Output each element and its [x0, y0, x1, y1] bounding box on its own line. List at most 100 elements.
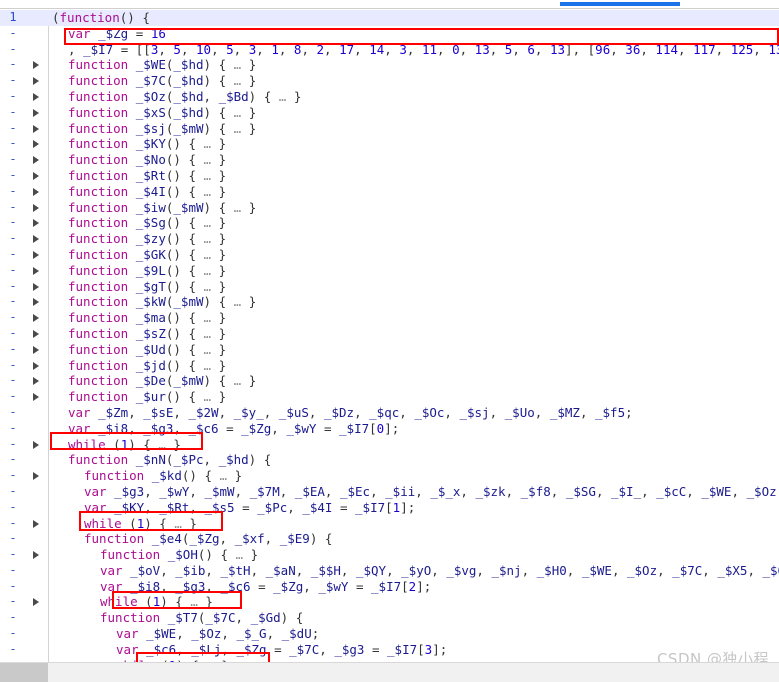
code-line[interactable]: 1 (function() {: [0, 10, 779, 26]
code-line[interactable]: - var _$Zg = 16: [0, 26, 779, 42]
line-number-placeholder: -: [9, 57, 17, 72]
code-line[interactable]: - var _$g3, _$wY, _$mW, _$7M, _$EA, _$Ec,…: [0, 484, 779, 500]
code-line[interactable]: - function _$KY() { … }: [0, 136, 779, 152]
triangle-right-icon[interactable]: [33, 92, 39, 101]
triangle-right-icon[interactable]: [33, 440, 39, 449]
triangle-right-icon[interactable]: [33, 61, 39, 70]
code-line-text: function _$KY() { … }: [68, 136, 227, 152]
code-line[interactable]: - function _$sj(_$mW) { … }: [0, 121, 779, 137]
line-number-placeholder: -: [9, 483, 17, 498]
code-line[interactable]: - function _$xS(_$hd) { … }: [0, 105, 779, 121]
source-code-editor[interactable]: 1 (function() {- var _$Zg = 16 - , _$I7 = [[…: [0, 10, 779, 662]
code-line[interactable]: - function _$OH() { … }: [0, 547, 779, 563]
triangle-right-icon[interactable]: [33, 124, 39, 133]
triangle-right-icon[interactable]: [33, 266, 39, 275]
triangle-right-icon[interactable]: [33, 171, 39, 180]
triangle-right-icon[interactable]: [33, 77, 39, 86]
line-number-placeholder: -: [9, 610, 17, 625]
code-line[interactable]: - function _$ur() { … }: [0, 389, 779, 405]
code-line-text: function _$OH() { … }: [100, 547, 259, 563]
triangle-right-icon[interactable]: [33, 156, 39, 165]
triangle-right-icon[interactable]: [33, 519, 39, 528]
code-line[interactable]: - function _$sZ() { … }: [0, 326, 779, 342]
triangle-right-icon[interactable]: [33, 235, 39, 244]
code-line[interactable]: - function _$7C(_$hd) { … }: [0, 73, 779, 89]
code-line[interactable]: - while (1) { … }: [0, 594, 779, 610]
triangle-right-icon[interactable]: [33, 203, 39, 212]
code-line[interactable]: - function _$kd() { … }: [0, 468, 779, 484]
triangle-right-icon[interactable]: [33, 298, 39, 307]
triangle-right-icon[interactable]: [33, 250, 39, 259]
code-line[interactable]: - function _$9L() { … }: [0, 263, 779, 279]
code-line[interactable]: - var _$i8, _$g3, _$c6 = _$Zg, _$wY = _$I…: [0, 421, 779, 437]
line-number-placeholder: -: [9, 468, 17, 483]
code-line-text: function _$ma() { … }: [68, 310, 227, 326]
line-number-placeholder: -: [9, 120, 17, 135]
triangle-right-icon[interactable]: [33, 598, 39, 607]
code-line[interactable]: - while (1) { … }: [0, 437, 779, 453]
code-line-text: function _$iw(_$mW) { … }: [68, 199, 257, 215]
triangle-right-icon[interactable]: [33, 345, 39, 354]
code-line[interactable]: - function _$e4(_$Zg, _$xf, _$E9) {: [0, 531, 779, 547]
line-number-placeholder: -: [9, 199, 17, 214]
code-line[interactable]: - var _$WE, _$Oz, _$_G, _$dU;: [0, 626, 779, 642]
code-line[interactable]: - function _$Ud() { … }: [0, 342, 779, 358]
code-line[interactable]: - function _$De(_$mW) { … }: [0, 373, 779, 389]
code-line[interactable]: - var _$KY, _$Rt, _$s5 = _$Pc, _$4I = _$I…: [0, 500, 779, 516]
code-line[interactable]: - var _$oV, _$ib, _$tH, _$aN, _$$H, _$QY,…: [0, 563, 779, 579]
triangle-right-icon[interactable]: [33, 377, 39, 386]
code-line-text: function _$WE(_$hd) { … }: [68, 57, 257, 73]
line-number-placeholder: -: [9, 215, 17, 230]
code-line-text: function _$e4(_$Zg, _$xf, _$E9) {: [84, 531, 333, 547]
line-number-placeholder: -: [9, 341, 17, 356]
code-line[interactable]: - , _$I7 = [[3, 5, 10, 5, 3, 1, 8, 2, 17,…: [0, 42, 779, 58]
line-number-placeholder: -: [9, 404, 17, 419]
code-line[interactable]: - while (1) { … }: [0, 516, 779, 532]
triangle-right-icon[interactable]: [33, 187, 39, 196]
code-line[interactable]: - function _$iw(_$mW) { … }: [0, 200, 779, 216]
line-number-placeholder: -: [9, 183, 17, 198]
code-line[interactable]: - function _$kW(_$mW) { … }: [0, 294, 779, 310]
code-line[interactable]: - function _$4I() { … }: [0, 184, 779, 200]
triangle-right-icon[interactable]: [33, 282, 39, 291]
code-line-text: function _$xS(_$hd) { … }: [68, 104, 257, 120]
code-line-text: while (1) { … }: [68, 436, 181, 452]
code-line[interactable]: - function _$WE(_$hd) { … }: [0, 57, 779, 73]
triangle-right-icon[interactable]: [33, 329, 39, 338]
code-line[interactable]: - function _$Sg() { … }: [0, 215, 779, 231]
line-number-placeholder: -: [9, 88, 17, 103]
line-number-placeholder: -: [9, 73, 17, 88]
triangle-right-icon[interactable]: [33, 140, 39, 149]
code-line[interactable]: - function _$zy() { … }: [0, 231, 779, 247]
code-line-text: function _$ur() { … }: [68, 389, 227, 405]
code-line[interactable]: - function _$No() { … }: [0, 152, 779, 168]
code-line[interactable]: - function _$jd() { … }: [0, 358, 779, 374]
code-line[interactable]: - function _$gT() { … }: [0, 279, 779, 295]
triangle-right-icon[interactable]: [33, 314, 39, 323]
line-number-placeholder: -: [9, 25, 17, 40]
triangle-right-icon[interactable]: [33, 393, 39, 402]
triangle-right-icon[interactable]: [33, 551, 39, 560]
code-line[interactable]: - function _$Oz(_$hd, _$Bd) { … }: [0, 89, 779, 105]
code-line[interactable]: - function _$nN(_$Pc, _$hd) {: [0, 452, 779, 468]
triangle-right-icon[interactable]: [33, 108, 39, 117]
code-line[interactable]: - function _$Rt() { … }: [0, 168, 779, 184]
triangle-right-icon[interactable]: [33, 361, 39, 370]
line-number-placeholder: -: [9, 41, 17, 56]
triangle-right-icon[interactable]: [33, 472, 39, 481]
code-line[interactable]: - var _$i8, _$g3, _$c6 = _$Zg, _$wY = _$I…: [0, 579, 779, 595]
code-line-text: (function() {: [52, 10, 150, 25]
line-number-placeholder: -: [9, 547, 17, 562]
code-line-text: var _$c6, _$Lj, _$Zg = _$7C, _$g3 = _$I7…: [116, 641, 448, 657]
code-line-text: function _$Oz(_$hd, _$Bd) { … }: [68, 88, 302, 104]
code-line[interactable]: - function _$GK() { … }: [0, 247, 779, 263]
line-number-placeholder: -: [9, 641, 17, 656]
triangle-right-icon[interactable]: [33, 219, 39, 228]
code-line-text: var _$Zm, _$sE, _$2W, _$y_, _$uS, _$Dz, …: [68, 404, 633, 420]
code-line-text: function _$No() { … }: [68, 152, 227, 168]
code-line[interactable]: - function _$ma() { … }: [0, 310, 779, 326]
code-line[interactable]: - function _$T7(_$7C, _$Gd) {: [0, 610, 779, 626]
code-line-text: while (1) { … }: [84, 515, 197, 531]
line-number: 1: [9, 10, 17, 24]
code-line[interactable]: - var _$Zm, _$sE, _$2W, _$y_, _$uS, _$Dz,…: [0, 405, 779, 421]
